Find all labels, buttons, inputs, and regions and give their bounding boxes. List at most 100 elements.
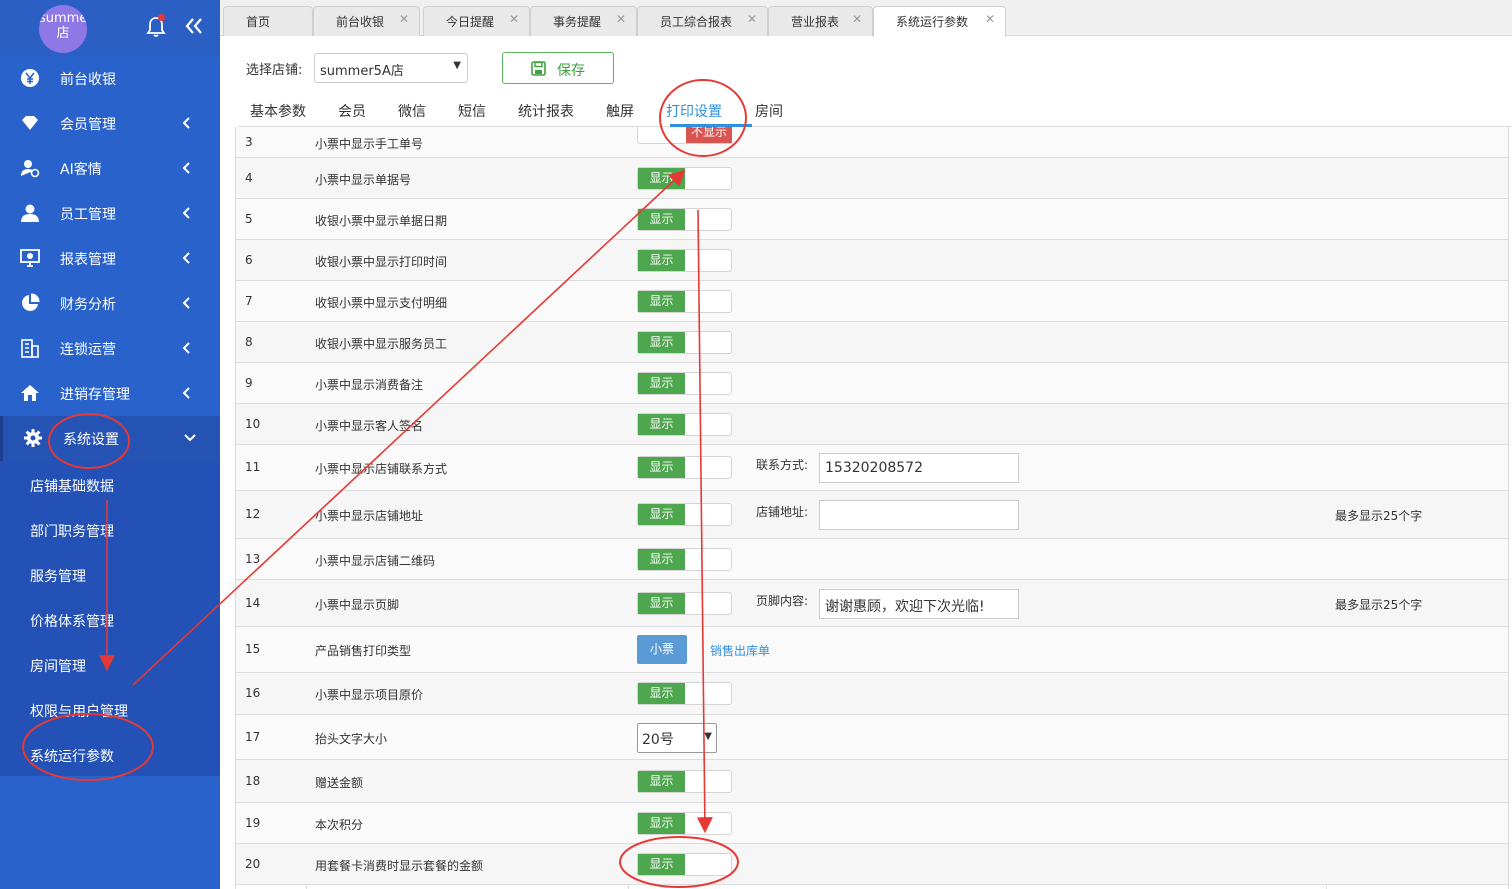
field-input[interactable]: 谢谢惠顾，欢迎下次光临! <box>819 589 1019 619</box>
monitor-icon <box>20 248 40 268</box>
store-select[interactable]: summer5A店 ▼ <box>314 53 468 83</box>
sidebar-item-reports[interactable]: 报表管理 <box>0 236 220 281</box>
sidebar-item-label: 报表管理 <box>60 252 116 268</box>
display-toggle[interactable]: 显示 <box>637 503 732 526</box>
close-icon[interactable]: ✕ <box>747 12 757 26</box>
tab-today-reminders[interactable]: 今日提醒 ✕ <box>423 6 530 36</box>
field-input[interactable] <box>819 500 1019 530</box>
close-icon[interactable]: ✕ <box>852 12 862 26</box>
chevron-down-icon <box>184 431 196 445</box>
sidebar-item-finance[interactable]: 财务分析 <box>0 281 220 326</box>
row-setting-name: 小票中显示店铺联系方式 <box>315 462 448 476</box>
subtab-sms[interactable]: 短信 <box>458 101 486 121</box>
display-toggle[interactable]: 显示 <box>637 372 732 395</box>
ticket-type-button[interactable]: 小票 <box>637 635 687 664</box>
person-icon <box>20 203 40 223</box>
chevron-left-icon <box>181 341 193 355</box>
sidebar-item-chain[interactable]: 连锁运营 <box>0 326 220 371</box>
sidebar-item-system-settings[interactable]: 系统设置 <box>0 416 220 461</box>
tab-system-params[interactable]: 系统运行参数 ✕ <box>873 6 1006 37</box>
floppy-disk-icon <box>531 61 546 76</box>
row-number: 5 <box>245 212 253 226</box>
tab-staff-report[interactable]: 员工综合报表 ✕ <box>637 6 768 36</box>
display-toggle[interactable]: 显示 <box>637 812 732 835</box>
row-number: 3 <box>245 135 253 149</box>
tab-cashier[interactable]: 前台收银 ✕ <box>313 6 420 36</box>
sidebar-item-member[interactable]: 会员管理 <box>0 101 220 146</box>
sidebar-item-cashier[interactable]: 前台收银 <box>0 56 220 101</box>
chevron-left-icon <box>181 251 193 265</box>
display-toggle[interactable]: 显示 <box>637 548 732 571</box>
subtab-basic[interactable]: 基本参数 <box>250 101 306 121</box>
main-content: 选择店铺: summer5A店 ▼ 保存 基本参数 会员 微信 短信 统计报表 触屏 打印设… <box>220 37 1512 889</box>
close-icon[interactable]: ✕ <box>509 12 519 26</box>
length-hint: 最多显示25个字 <box>1335 509 1423 523</box>
subtab-room[interactable]: 房间 <box>755 101 783 121</box>
sidebar-item-staff[interactable]: 员工管理 <box>0 191 220 236</box>
sidebar-item-label: 前台收银 <box>60 72 116 88</box>
tab-label: 系统运行参数 <box>896 15 969 29</box>
avatar[interactable]: summer5A店 <box>39 5 87 53</box>
subtab-print[interactable]: 打印设置 <box>666 101 722 121</box>
submenu-item-system-params[interactable]: 系统运行参数 <box>30 746 114 766</box>
subtab-touchscreen[interactable]: 触屏 <box>606 101 634 121</box>
toggle-on-label: 显示 <box>638 168 685 189</box>
display-toggle[interactable]: 显示 <box>637 682 732 705</box>
display-toggle[interactable]: 显示 <box>637 290 732 313</box>
submenu-item-permissions-users[interactable]: 权限与用户管理 <box>30 701 128 721</box>
header-font-size-select[interactable]: 20号 ▼ <box>637 723 717 753</box>
display-toggle[interactable]: 显示 <box>637 413 732 436</box>
sidebar-header: summer5A店 <box>0 0 220 56</box>
table-row: 7 收银小票中显示支付明细 显示 <box>236 281 1508 322</box>
row-number: 18 <box>245 774 261 788</box>
toggle-on-label: 显示 <box>638 332 685 353</box>
table-row: 5 收银小票中显示单据日期 显示 <box>236 199 1508 240</box>
submenu-item-department-positions[interactable]: 部门职务管理 <box>30 521 114 541</box>
submenu-item-room-management[interactable]: 房间管理 <box>30 656 86 676</box>
row-setting-name: 小票中显示项目原价 <box>315 688 424 702</box>
subtab-stats[interactable]: 统计报表 <box>518 101 574 121</box>
row-number: 7 <box>245 294 253 308</box>
row-setting-name: 小票中显示客人签名 <box>315 419 424 433</box>
sidebar-item-inventory[interactable]: 进销存管理 <box>0 371 220 416</box>
tab-business-report[interactable]: 营业报表 ✕ <box>768 6 873 36</box>
display-toggle[interactable]: 不显示 <box>637 127 732 144</box>
sidebar-item-label: 财务分析 <box>60 297 116 313</box>
sidebar-item-label: 会员管理 <box>60 117 116 133</box>
submenu-item-store-basic-data[interactable]: 店铺基础数据 <box>30 476 114 496</box>
display-toggle[interactable]: 显示 <box>637 456 732 479</box>
display-toggle[interactable]: 显示 <box>637 853 732 876</box>
submenu-item-service-management[interactable]: 服务管理 <box>30 566 86 586</box>
sidebar-item-label: 系统设置 <box>63 432 119 448</box>
row-setting-name: 本次积分 <box>315 818 364 832</box>
field-input[interactable]: 15320208572 <box>819 453 1019 483</box>
tab-label: 员工综合报表 <box>660 15 733 29</box>
table-row: 13 小票中显示店铺二维码 显示 <box>236 539 1508 580</box>
display-toggle[interactable]: 显示 <box>637 331 732 354</box>
subtab-member[interactable]: 会员 <box>338 101 366 121</box>
toggle-on-label: 显示 <box>638 549 685 570</box>
submenu-item-price-system[interactable]: 价格体系管理 <box>30 611 114 631</box>
chevron-left-icon <box>181 116 193 130</box>
display-toggle[interactable]: 显示 <box>637 208 732 231</box>
row-number: 9 <box>245 376 253 390</box>
collapse-sidebar-icon[interactable] <box>184 16 204 36</box>
sidebar-item-ai-relations[interactable]: AI客情 <box>0 146 220 191</box>
close-icon[interactable]: ✕ <box>985 12 995 26</box>
bell-icon[interactable] <box>146 14 166 38</box>
save-button[interactable]: 保存 <box>502 52 614 84</box>
tab-label: 首页 <box>246 15 271 29</box>
display-toggle[interactable]: 显示 <box>637 592 732 615</box>
row-setting-name: 抬头文字大小 <box>315 732 388 746</box>
display-toggle[interactable]: 显示 <box>637 167 732 190</box>
tab-task-reminders[interactable]: 事务提醒 ✕ <box>530 6 637 36</box>
row-number: 15 <box>245 642 261 656</box>
tab-home[interactable]: 首页 <box>223 6 313 36</box>
display-toggle[interactable]: 显示 <box>637 770 732 793</box>
row-number: 8 <box>245 335 253 349</box>
subtab-wechat[interactable]: 微信 <box>398 101 426 121</box>
sales-outbound-link[interactable]: 销售出库单 <box>710 642 770 659</box>
close-icon[interactable]: ✕ <box>399 12 409 26</box>
display-toggle[interactable]: 显示 <box>637 249 732 272</box>
close-icon[interactable]: ✕ <box>616 12 626 26</box>
